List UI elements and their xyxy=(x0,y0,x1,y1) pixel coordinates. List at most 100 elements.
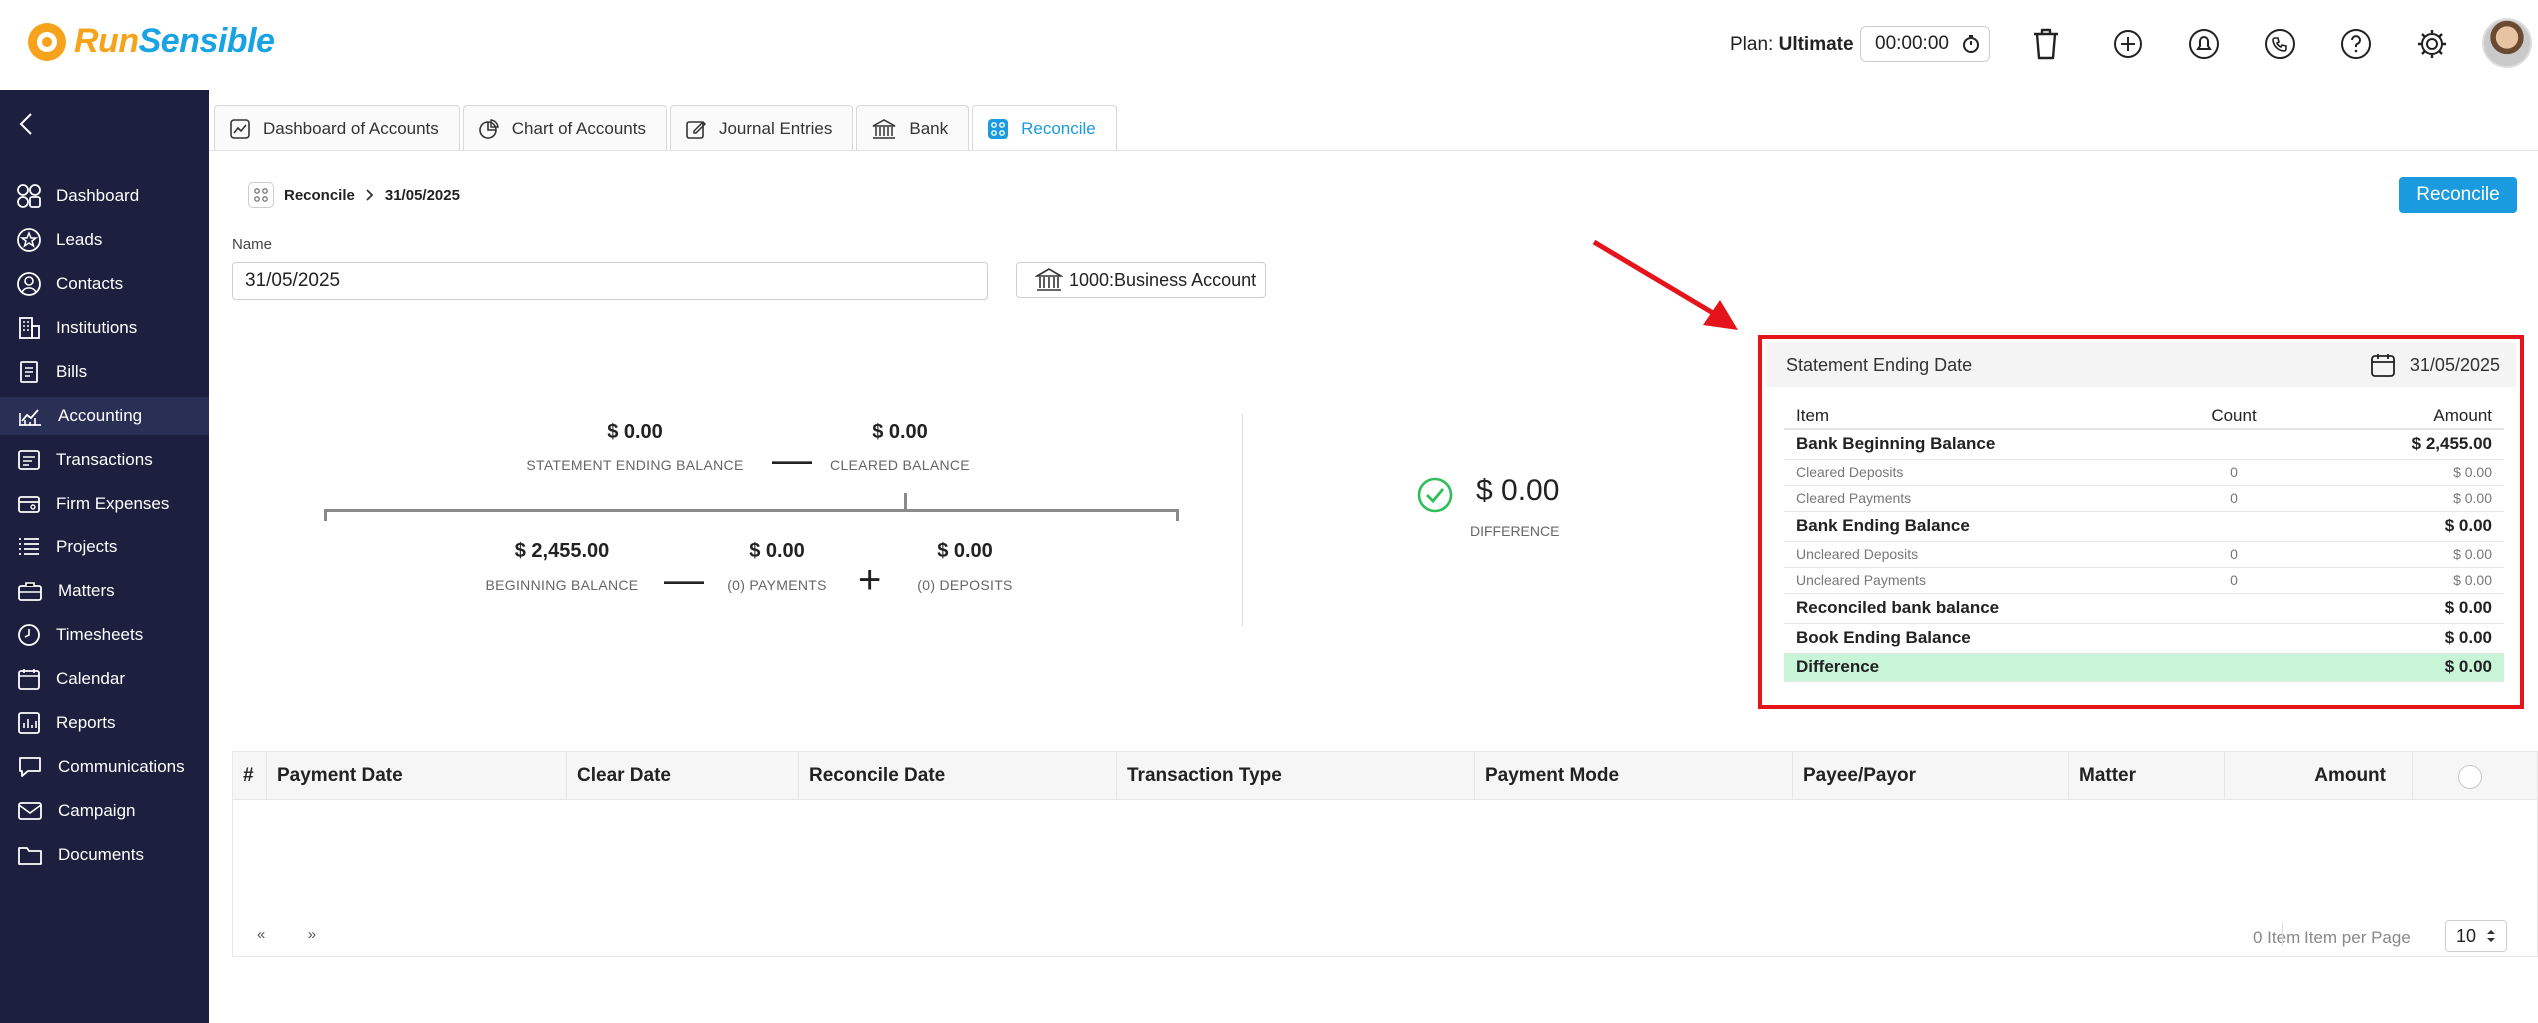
sidebar-item-leads[interactable]: Leads xyxy=(0,221,209,259)
reconcile-summary-panel: Statement Ending Date 31/05/2025 Item Co… xyxy=(1758,335,2524,709)
row-item: Bank Ending Balance xyxy=(1784,511,2164,542)
briefcase-icon xyxy=(18,582,42,601)
trash-icon[interactable] xyxy=(2024,22,2068,66)
summary-row: Reconciled bank balance $ 0.00 xyxy=(1784,593,2504,624)
sidebar-item-institutions[interactable]: Institutions xyxy=(0,309,209,347)
add-time-icon[interactable] xyxy=(2106,22,2150,66)
items-per-page-select[interactable]: 10 xyxy=(2445,920,2507,952)
col-transaction-type[interactable]: Transaction Type xyxy=(1117,752,1475,800)
summary-difference-row: Difference $ 0.00 xyxy=(1784,653,2504,682)
breadcrumb: Reconcile 31/05/2025 xyxy=(248,182,460,208)
col-payment-date[interactable]: Payment Date xyxy=(267,752,567,800)
sort-arrows-icon xyxy=(2487,930,2496,942)
col-reconcile-date[interactable]: Reconcile Date xyxy=(799,752,1117,800)
sidebar: Dashboard Leads Contacts Institutions Bi… xyxy=(0,90,209,1023)
calendar-icon[interactable] xyxy=(2370,352,2396,378)
bank-account-selector[interactable]: 1000:Business Account xyxy=(1016,262,1266,298)
tab-bank[interactable]: Bank xyxy=(856,105,970,151)
chevron-right-icon xyxy=(366,189,374,201)
sidebar-item-calendar[interactable]: Calendar xyxy=(0,660,209,698)
phone-icon[interactable] xyxy=(2258,22,2302,66)
module-tabs: Dashboard of Accounts Chart of Accounts … xyxy=(214,105,1117,151)
user-avatar[interactable] xyxy=(2482,18,2532,68)
transactions-icon xyxy=(18,450,40,470)
beginning-balance-label: BEGINNING BALANCE xyxy=(485,577,639,593)
row-item: Uncleared Payments xyxy=(1784,567,2164,594)
cleared-balance-value: $ 0.00 xyxy=(872,421,928,443)
sidebar-item-matters[interactable]: Matters xyxy=(0,572,209,610)
check-circle-icon xyxy=(1417,477,1453,513)
items-per-page-label: Item per Page xyxy=(2304,928,2411,947)
row-amount: $ 0.00 xyxy=(2304,541,2504,568)
statement-ending-date[interactable]: 31/05/2025 xyxy=(2410,355,2500,376)
pager-next-button[interactable]: » xyxy=(308,926,316,943)
sidebar-item-firm-expenses[interactable]: Firm Expenses xyxy=(0,485,209,523)
summary-row: Bank Beginning Balance $ 2,455.00 xyxy=(1784,429,2504,460)
row-amount: $ 0.00 xyxy=(2304,511,2504,542)
tab-journal-entries[interactable]: Journal Entries xyxy=(669,105,854,151)
row-item: Uncleared Deposits xyxy=(1784,541,2164,568)
sidebar-item-label: Communications xyxy=(58,757,185,776)
sidebar-item-documents[interactable]: Documents xyxy=(0,836,209,874)
tab-dashboard-of-accounts[interactable]: Dashboard of Accounts xyxy=(214,105,460,151)
sidebar-item-bills[interactable]: Bills xyxy=(0,353,209,391)
name-input[interactable]: 31/05/2025 xyxy=(232,262,988,300)
sidebar-item-label: Reports xyxy=(56,713,116,732)
row-item: Bank Beginning Balance xyxy=(1784,429,2164,460)
select-all-checkbox[interactable] xyxy=(2458,765,2482,789)
sidebar-item-label: Projects xyxy=(56,537,118,556)
breadcrumb-current: 31/05/2025 xyxy=(384,186,460,204)
row-amount: $ 2,455.00 xyxy=(2304,429,2504,460)
pie-chart-icon xyxy=(478,118,499,139)
sidebar-item-timesheets[interactable]: Timesheets xyxy=(0,616,209,654)
sidebar-item-transactions[interactable]: Transactions xyxy=(0,441,209,479)
col-clear-date[interactable]: Clear Date xyxy=(567,752,799,800)
list-icon xyxy=(19,538,39,555)
row-count xyxy=(2164,653,2304,682)
bell-icon[interactable] xyxy=(2182,22,2226,66)
tab-chart-of-accounts[interactable]: Chart of Accounts xyxy=(462,105,667,151)
tab-label: Chart of Accounts xyxy=(511,118,646,138)
sidebar-item-label: Transactions xyxy=(56,450,153,469)
sidebar-item-label: Leads xyxy=(56,230,103,249)
timer-value: 00:00:00 xyxy=(1875,33,1949,54)
sidebar-item-contacts[interactable]: Contacts xyxy=(0,265,209,303)
col-amount[interactable]: Amount xyxy=(2225,752,2413,800)
tab-reconcile[interactable]: Reconcile xyxy=(972,105,1117,151)
col-index[interactable]: # xyxy=(233,752,267,800)
edit-icon xyxy=(686,120,707,139)
summary-row: Book Ending Balance $ 0.00 xyxy=(1784,623,2504,654)
pager-prev-button[interactable]: « xyxy=(257,926,265,943)
bill-icon xyxy=(20,361,38,383)
col-payee-payor[interactable]: Payee/Payor xyxy=(1793,752,2069,800)
statement-ending-date-label: Statement Ending Date xyxy=(1786,354,1973,375)
collapse-sidebar-icon[interactable] xyxy=(18,112,34,143)
brand-logo[interactable]: RunSensible xyxy=(28,22,275,61)
row-item: Book Ending Balance xyxy=(1784,623,2164,654)
tab-label: Journal Entries xyxy=(718,118,833,138)
sidebar-item-label: Contacts xyxy=(56,274,124,293)
col-count: Count xyxy=(2164,403,2304,430)
col-payment-mode[interactable]: Payment Mode xyxy=(1475,752,1793,800)
sidebar-item-reports[interactable]: Reports xyxy=(0,704,209,742)
items-per-page-value: 10 xyxy=(2456,925,2477,946)
logo-sensible: Sensible xyxy=(138,22,275,60)
help-icon[interactable] xyxy=(2334,22,2378,66)
sidebar-item-label: Firm Expenses xyxy=(56,494,170,513)
bracket-right xyxy=(1176,509,1179,521)
row-item: Difference xyxy=(1784,653,2164,682)
reconcile-icon xyxy=(988,118,1009,139)
settings-gear-icon[interactable] xyxy=(2410,22,2454,66)
sidebar-item-campaign[interactable]: Campaign xyxy=(0,792,209,830)
reconcile-button[interactable]: Reconcile xyxy=(2399,177,2517,213)
col-matter[interactable]: Matter xyxy=(2069,752,2225,800)
sidebar-item-label: Accounting xyxy=(58,406,143,425)
timer[interactable]: 00:00:00 xyxy=(1860,26,1990,62)
sidebar-item-projects[interactable]: Projects xyxy=(0,528,209,566)
sidebar-item-accounting[interactable]: Accounting xyxy=(0,397,209,435)
sidebar-item-communications[interactable]: Communications xyxy=(0,748,209,786)
breadcrumb-root[interactable]: Reconcile xyxy=(284,187,355,204)
item-count: 0 Item xyxy=(2253,928,2301,947)
sidebar-item-dashboard[interactable]: Dashboard xyxy=(0,177,209,215)
summary-header: Statement Ending Date 31/05/2025 xyxy=(1766,343,2516,387)
